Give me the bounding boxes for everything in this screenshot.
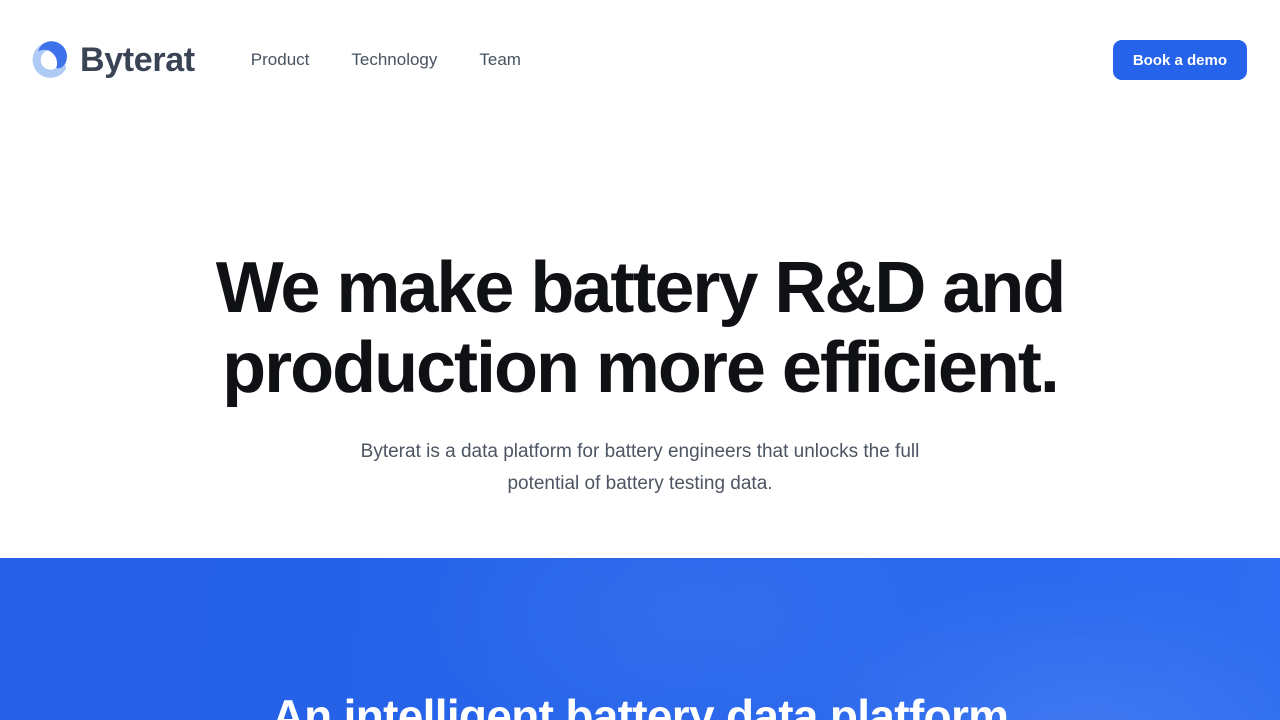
hero-subtitle: Byterat is a data platform for battery e… (323, 436, 958, 500)
byterat-logo-text: Byterat (80, 41, 195, 80)
header: Byterat Product Technology Team Book a d… (0, 0, 1280, 120)
hero-heading-line-2: production more efficient. (0, 328, 1280, 408)
hero-heading: We make battery R&D and production more … (0, 248, 1280, 408)
byterat-logo-icon (30, 37, 72, 83)
nav-link-technology[interactable]: Technology (351, 50, 437, 70)
nav-link-product[interactable]: Product (251, 50, 310, 70)
byterat-logo[interactable]: Byterat (30, 37, 195, 83)
nav-link-team[interactable]: Team (479, 50, 521, 70)
byterat-landing-page: Byterat Product Technology Team Book a d… (0, 0, 1280, 720)
platform-heading: An intelligent battery data platform (0, 688, 1280, 720)
book-a-demo-button[interactable]: Book a demo (1113, 40, 1247, 80)
main-nav: Product Technology Team (251, 50, 521, 70)
platform-section: An intelligent battery data platform (0, 558, 1280, 720)
hero-section: We make battery R&D and production more … (0, 120, 1280, 500)
hero-heading-line-1: We make battery R&D and (0, 248, 1280, 328)
